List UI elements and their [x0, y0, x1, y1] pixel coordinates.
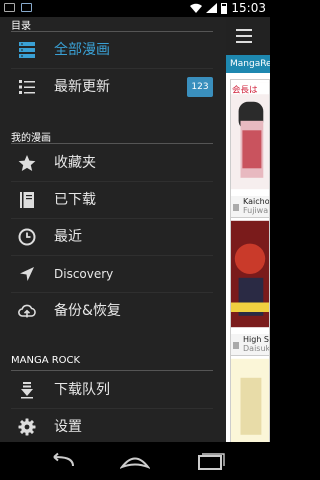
- drawer-item-label: 设置: [54, 419, 82, 435]
- catalog-icon: [19, 42, 35, 58]
- clock-icon: [18, 228, 36, 246]
- update-count-badge: 123: [187, 77, 213, 97]
- drawer-item-discovery[interactable]: Discovery: [0, 256, 226, 292]
- battery-icon: [221, 2, 228, 14]
- section-divider: [11, 143, 213, 144]
- signal-icon: [206, 3, 218, 13]
- drawer-item-downloaded[interactable]: 已下载: [0, 182, 226, 218]
- book-icon: [233, 342, 239, 349]
- manga-title: Kaicho: [243, 197, 269, 206]
- section-header-my-manga: 我的漫画: [11, 133, 51, 144]
- book-icon: [233, 204, 239, 211]
- drawer-item-label: 下载队列: [54, 382, 110, 398]
- main-toolbar: [226, 17, 270, 55]
- drawer-item-favorites[interactable]: 收藏夹: [0, 145, 226, 181]
- list-icon: [19, 80, 35, 94]
- manga-card[interactable]: 会長は Kaicho Fujiwa: [230, 79, 270, 221]
- notification-icon: [4, 3, 15, 12]
- drawer-item-label: 收藏夹: [54, 155, 96, 171]
- drawer-item-label: 全部漫画: [54, 42, 110, 58]
- drawer-item-settings[interactable]: 设置: [0, 409, 226, 442]
- navigation-drawer: 目录 全部漫画 最新更新 123 我的漫画 收藏夹 已下载 最近 Discove…: [0, 17, 226, 442]
- drawer-item-download-queue[interactable]: 下载队列: [0, 372, 226, 408]
- drawer-item-label: 备份&恢复: [54, 303, 121, 319]
- manga-cover-image: [231, 220, 269, 328]
- drawer-item-label: 已下载: [54, 192, 96, 208]
- download-book-icon: [20, 192, 34, 208]
- tab-mangarock[interactable]: MangaRe: [226, 55, 270, 73]
- section-header-catalog: 目录: [11, 21, 31, 32]
- drawer-item-all-manga[interactable]: 全部漫画: [0, 32, 226, 68]
- drawer-item-label: 最近: [54, 229, 82, 245]
- manga-card[interactable]: [230, 355, 270, 442]
- notification-app-icon: [21, 3, 32, 12]
- location-arrow-icon: [20, 267, 34, 281]
- wifi-icon: [190, 3, 203, 13]
- star-icon: [18, 155, 36, 171]
- manga-cover-image: 会長は: [231, 82, 269, 190]
- clock-time: 15:03: [231, 1, 266, 15]
- drawer-item-backup-restore[interactable]: 备份&恢复: [0, 293, 226, 329]
- drawer-item-recent[interactable]: 最近: [0, 219, 226, 255]
- drawer-item-label: Discovery: [54, 267, 114, 281]
- download-queue-icon: [21, 382, 33, 399]
- menu-icon[interactable]: [236, 29, 252, 43]
- system-navigation-bar: [0, 442, 270, 480]
- back-icon[interactable]: [46, 452, 76, 472]
- section-header-manga-rock: MANGA ROCK: [11, 355, 81, 366]
- section-divider: [11, 370, 213, 371]
- manga-author: Fujiwa: [243, 206, 269, 215]
- manga-cover-image: [231, 358, 269, 442]
- home-icon[interactable]: [120, 452, 150, 472]
- drawer-item-label: 最新更新: [54, 79, 110, 95]
- main-content: MangaRe 会長は Kaicho Fujiwa High S Daisuk: [226, 17, 270, 442]
- drawer-item-latest-updates[interactable]: 最新更新 123: [0, 69, 226, 105]
- manga-card[interactable]: High S Daisuk: [230, 217, 270, 359]
- gear-icon: [18, 418, 36, 436]
- status-bar: 15:03: [0, 0, 270, 17]
- manga-title: High S: [243, 335, 269, 344]
- manga-author: Daisuk: [243, 344, 269, 353]
- cloud-upload-icon: [18, 304, 36, 318]
- cover-title: 会長は: [232, 83, 258, 95]
- recent-apps-icon[interactable]: [196, 452, 226, 472]
